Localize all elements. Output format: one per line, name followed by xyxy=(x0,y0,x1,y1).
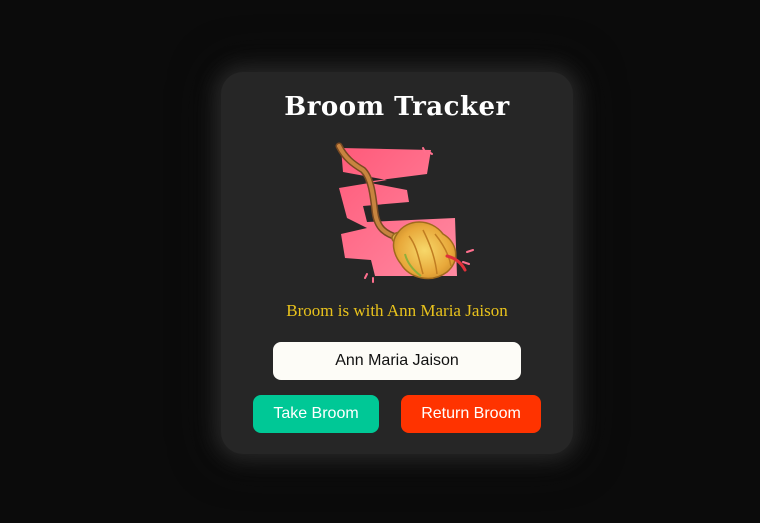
name-input[interactable] xyxy=(273,342,521,380)
take-broom-button[interactable]: Take Broom xyxy=(253,395,379,433)
broom-status-text: Broom is with Ann Maria Jaison xyxy=(286,301,508,320)
broom-icon xyxy=(335,142,474,283)
broom-tracker-card: Broom Tracker Broom is with Ann Maria Ja… xyxy=(221,72,573,454)
return-broom-button[interactable]: Return Broom xyxy=(401,395,541,433)
page-title: Broom Tracker xyxy=(284,92,510,122)
